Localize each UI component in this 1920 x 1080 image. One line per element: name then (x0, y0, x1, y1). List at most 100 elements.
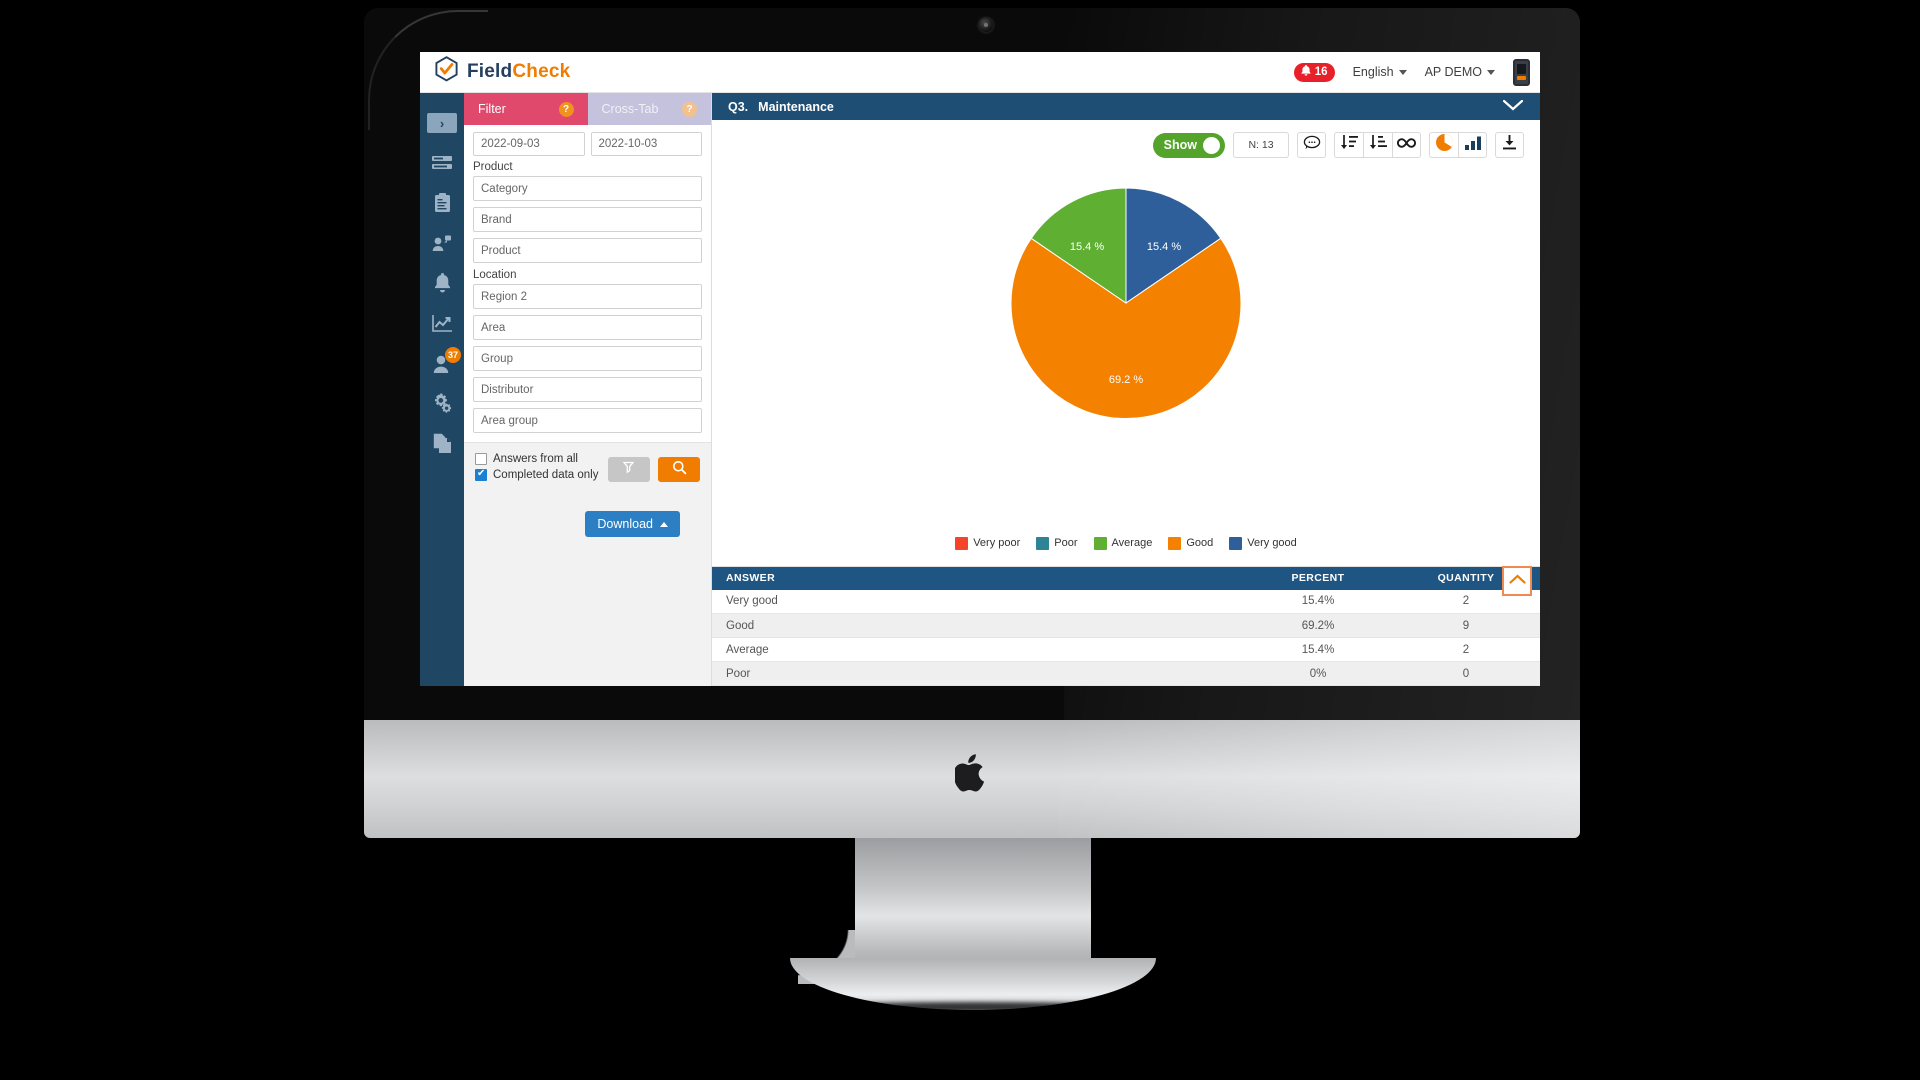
legend-item-good[interactable]: Good (1168, 536, 1213, 550)
answers-table: ANSWER PERCENT QUANTITY Very good 15.4% … (712, 566, 1540, 687)
tab-filter-label: Filter (478, 102, 506, 116)
cell-answer: Average (726, 643, 769, 656)
sidebar-item-analytics[interactable] (420, 303, 464, 343)
download-button[interactable]: Download (585, 511, 680, 537)
help-icon[interactable]: ? (558, 101, 574, 117)
user-broadcast-icon (432, 235, 453, 252)
language-selector[interactable]: English (1353, 65, 1407, 79)
fieldcheck-logo-icon (434, 56, 459, 88)
table-row[interactable]: Good 69.2% 9 (712, 613, 1540, 638)
sidebar-item-list[interactable] (420, 143, 464, 183)
help-icon[interactable]: ? (682, 101, 697, 117)
cell-answer: Poor (726, 667, 751, 680)
date-to-input[interactable]: 2022-10-03 (590, 132, 702, 156)
question-collapse-button[interactable] (1502, 99, 1524, 115)
legend-label: Poor (1054, 537, 1078, 549)
pie-chart-button[interactable] (1429, 132, 1458, 158)
chevron-up-icon (1508, 572, 1526, 590)
legend-swatch (1168, 536, 1182, 550)
filter-options: Answers from all Completed data only (464, 443, 711, 547)
legend-swatch (1229, 536, 1243, 550)
webcam-light (984, 23, 988, 27)
location-group-label: Location (473, 269, 517, 281)
sidebar-item-broadcast[interactable] (420, 223, 464, 263)
completed-data-only-row[interactable]: Completed data only (475, 468, 599, 481)
distributor-select[interactable]: Distributor (473, 377, 702, 402)
category-select[interactable]: Category (473, 176, 702, 201)
group-select[interactable]: Group (473, 346, 702, 371)
completed-data-only-checkbox[interactable] (475, 468, 487, 481)
filter-checkboxes: Answers from all Completed data only (475, 453, 598, 485)
completed-data-only-label: Completed data only (493, 469, 599, 481)
date-range-row: 2022-09-03 2022-10-03 (473, 132, 702, 156)
filter-tabs: Filter ? Cross-Tab ? (464, 93, 711, 125)
column-header-percent[interactable]: PERCENT (1244, 566, 1392, 590)
region-select[interactable]: Region 2 (473, 284, 702, 309)
brand-select[interactable]: Brand (473, 207, 702, 232)
main-content: Q3. Maintenance Show N: 13 15.4 % 69.2 %… (712, 93, 1540, 686)
download-icon (1501, 134, 1518, 156)
area-select[interactable]: Area (473, 315, 702, 340)
show-toggle[interactable]: Show (1152, 132, 1225, 158)
tab-cross-tab[interactable]: Cross-Tab ? (587, 93, 711, 125)
brand[interactable]: FieldCheck (434, 56, 570, 88)
language-label: English (1352, 65, 1394, 79)
search-icon (672, 460, 687, 480)
date-from-input[interactable]: 2022-09-03 (473, 132, 585, 156)
legend-item-average[interactable]: Average (1093, 536, 1153, 550)
column-header-answer[interactable]: ANSWER (712, 566, 1244, 590)
sidebar-item-documents[interactable] (420, 423, 464, 463)
legend-label: Very poor (973, 537, 1021, 549)
clipboard-icon (434, 193, 451, 213)
account-menu[interactable]: AP DEMO (1425, 65, 1495, 79)
legend-item-poor[interactable]: Poor (1036, 536, 1078, 550)
toggle-knob (1203, 136, 1220, 154)
table-row[interactable]: Poor 0% 0 (712, 661, 1540, 686)
infinity-button[interactable] (1392, 132, 1421, 158)
table-row[interactable]: Very good 15.4% 2 (712, 590, 1540, 614)
legend-item-very-poor[interactable]: Very poor (955, 536, 1021, 550)
pie-label-very-good: 15.4 % (1147, 241, 1181, 253)
sample-size-box[interactable]: N: 13 (1233, 132, 1289, 158)
infinity-icon (1396, 136, 1417, 154)
cell-quantity: 9 (1462, 619, 1470, 632)
answers-from-all-label: Answers from all (493, 453, 578, 465)
notification-badge[interactable]: 16 (1293, 62, 1335, 82)
legend-item-very-good[interactable]: Very good (1229, 536, 1297, 550)
answers-table-body: Very good 15.4% 2 Good 69.2% 9 Average 1… (712, 590, 1540, 686)
sidebar-item-settings[interactable] (420, 383, 464, 423)
tab-filter[interactable]: Filter ? (464, 93, 588, 125)
app-body: › 37 Filter ? Cross-Tab ? 2022-09-03 202… (420, 93, 1540, 686)
legend-label: Very good (1247, 537, 1297, 549)
area-group-select[interactable]: Area group (473, 408, 702, 433)
pie-chart: 15.4 % 69.2 % 15.4 % (712, 178, 1540, 428)
app-header: FieldCheck 16 English AP DEMO (420, 52, 1540, 93)
sidebar-item-users[interactable]: 37 (420, 343, 464, 383)
users-badge-count: 37 (445, 347, 461, 363)
notification-count: 16 (1314, 66, 1328, 78)
sidebar-item-reports[interactable] (420, 183, 464, 223)
chevron-down-icon (1398, 69, 1407, 75)
product-select[interactable]: Product (473, 238, 702, 263)
bar-chart-button[interactable] (1458, 132, 1487, 158)
reset-filter-button[interactable] (608, 457, 650, 482)
download-chart-button[interactable] (1495, 132, 1524, 158)
sort-ascending-button[interactable] (1334, 132, 1363, 158)
sort-descending-button[interactable] (1363, 132, 1392, 158)
table-collapse-button[interactable] (1502, 565, 1532, 596)
comment-button[interactable] (1297, 132, 1326, 158)
table-row[interactable]: Average 15.4% 2 (712, 638, 1540, 662)
legend-label: Average (1111, 537, 1153, 549)
sidebar-item-toggle-expand[interactable]: › (420, 103, 464, 143)
screenshot-stage: FieldCheck 16 English AP DEMO › 37 Filte… (0, 0, 1920, 1080)
mobile-device-icon[interactable] (1513, 58, 1530, 86)
question-title-group: Q3. Maintenance (728, 100, 834, 114)
answers-from-all-checkbox[interactable] (475, 453, 487, 465)
sidebar-item-notifications[interactable] (420, 263, 464, 303)
tab-cross-tab-label: Cross-Tab (601, 102, 659, 116)
question-header: Q3. Maintenance (712, 93, 1540, 120)
cell-answer: Good (726, 619, 755, 632)
search-button[interactable] (658, 457, 700, 482)
chart-area: Show N: 13 15.4 % 69.2 % 15.4 % Very poo… (712, 120, 1540, 566)
answers-from-all-row[interactable]: Answers from all (475, 453, 598, 465)
